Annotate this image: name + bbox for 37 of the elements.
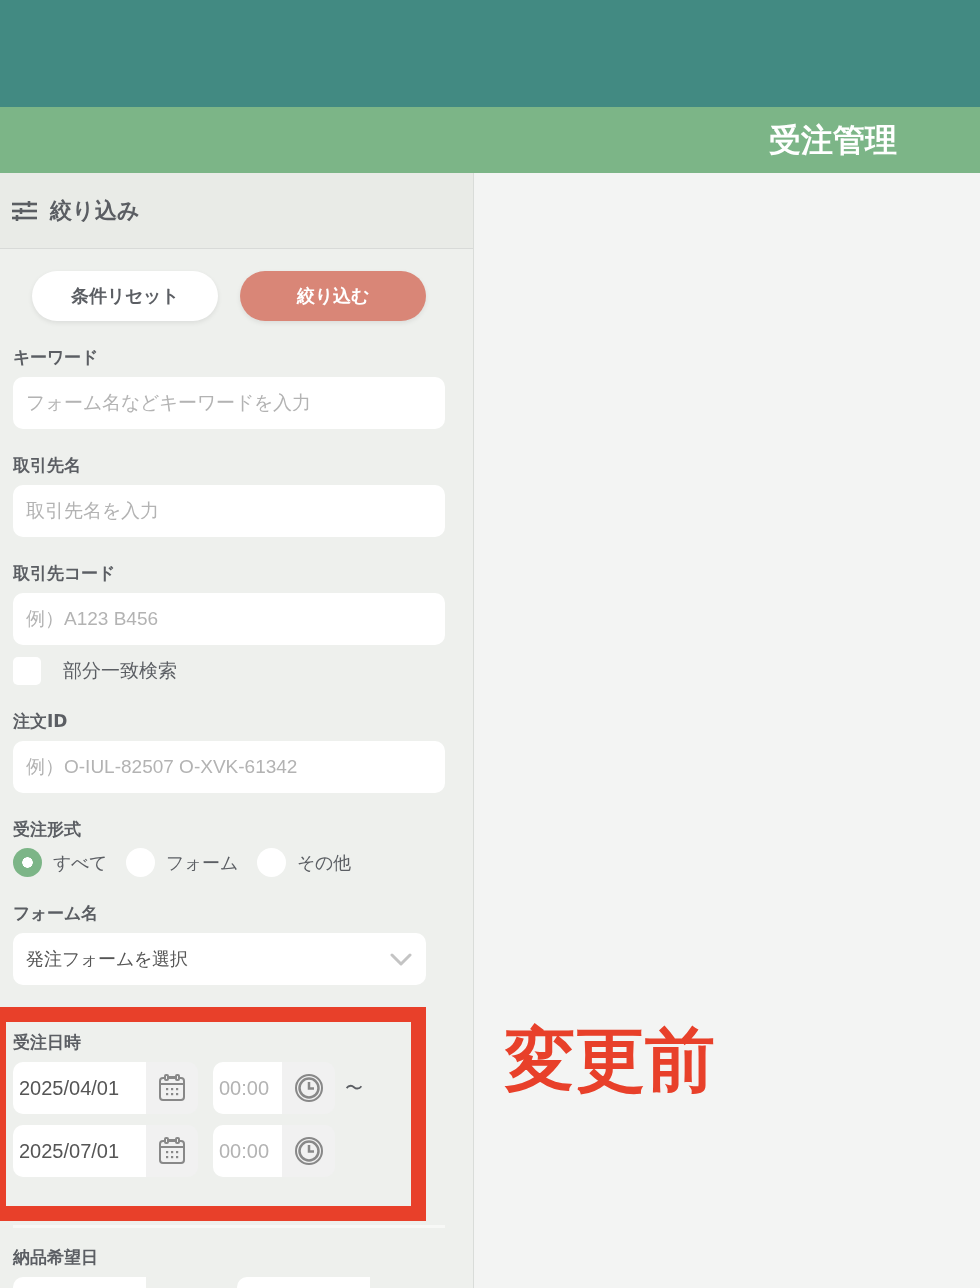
field-label: 取引先名 xyxy=(13,454,82,477)
radio-label[interactable]: その他 xyxy=(297,850,351,875)
field-label: 注文ID xyxy=(13,710,69,733)
time-field[interactable]: 00:00 xyxy=(213,1062,282,1114)
field-label: 受注形式 xyxy=(13,818,82,841)
calendar-icon xyxy=(158,1137,186,1165)
sliders-icon xyxy=(12,200,37,221)
input-field[interactable]: 取引先名を入力 xyxy=(13,485,445,537)
field-label: キーワード xyxy=(13,346,99,369)
calendar-button[interactable] xyxy=(146,1125,198,1177)
calendar-icon xyxy=(158,1074,186,1102)
panel-title: 絞り込み xyxy=(50,196,140,225)
clock-icon xyxy=(294,1137,323,1165)
date-field[interactable]: 2025/07/01 xyxy=(13,1125,146,1177)
radio-label[interactable]: フォーム xyxy=(166,850,238,875)
field-label: 納品希望日 xyxy=(13,1246,99,1269)
chevron-down-icon xyxy=(390,952,412,966)
input-field[interactable]: 例）A123 B456 xyxy=(13,593,445,645)
field-label: 取引先コード xyxy=(13,562,116,585)
page-title: 受注管理 xyxy=(769,120,897,160)
annotation-text: 変更前 xyxy=(505,1018,715,1102)
range-separator: 〜 xyxy=(345,1076,363,1100)
clock-button[interactable] xyxy=(282,1125,335,1177)
select-field[interactable]: 発注フォームを選択 xyxy=(13,933,426,985)
input-field[interactable]: フォーム名などキーワードを入力 xyxy=(13,377,445,429)
field-label: フォーム名 xyxy=(13,902,99,925)
checkbox-label[interactable]: 部分一致検索 xyxy=(63,658,177,684)
field-label: 受注日時 xyxy=(13,1031,82,1054)
input-field[interactable]: 例）O-IUL-82507 O-XVK-61342 xyxy=(13,741,445,793)
radio-button[interactable] xyxy=(13,848,42,877)
date-field[interactable]: 2025/04/01 xyxy=(13,1062,146,1114)
radio-label[interactable]: すべて xyxy=(53,850,107,875)
time-field[interactable]: 00:00 xyxy=(213,1125,282,1177)
clock-icon xyxy=(294,1074,323,1102)
calendar-button[interactable] xyxy=(146,1062,198,1114)
clock-button[interactable] xyxy=(282,1062,335,1114)
reset-button[interactable]: 条件リセット xyxy=(32,271,218,321)
